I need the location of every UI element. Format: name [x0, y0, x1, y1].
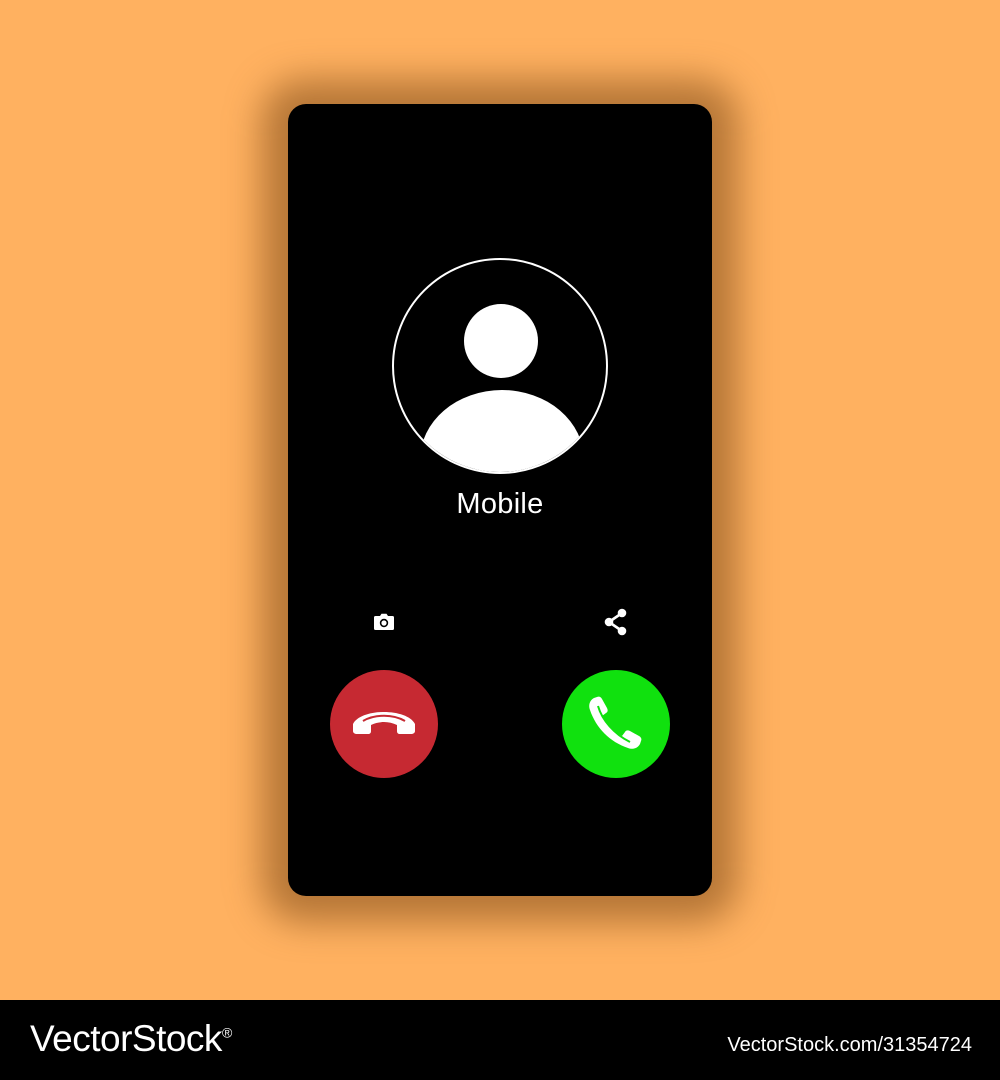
watermark-brand-name: VectorStock	[30, 1018, 222, 1059]
illustration-canvas: Mobile	[0, 0, 1000, 1000]
phone-screen: Mobile	[288, 104, 712, 896]
caller-avatar	[392, 258, 608, 474]
phone-hangup-icon	[349, 704, 419, 745]
avatar-head	[464, 304, 538, 378]
caller-name: Mobile	[456, 488, 544, 520]
phone-answer-icon	[584, 690, 648, 759]
share-icon[interactable]	[601, 607, 631, 637]
avatar-body	[420, 390, 584, 472]
accept-call-button[interactable]	[562, 670, 670, 778]
decline-call-button[interactable]	[330, 670, 438, 778]
watermark-bar: VectorStock® VectorStock.com/31354724	[0, 1000, 1000, 1080]
watermark-url: VectorStock.com/31354724	[727, 1034, 972, 1056]
watermark-brand: VectorStock®	[30, 1018, 232, 1060]
registered-mark: ®	[221, 1024, 232, 1041]
camera-icon[interactable]	[369, 607, 399, 637]
